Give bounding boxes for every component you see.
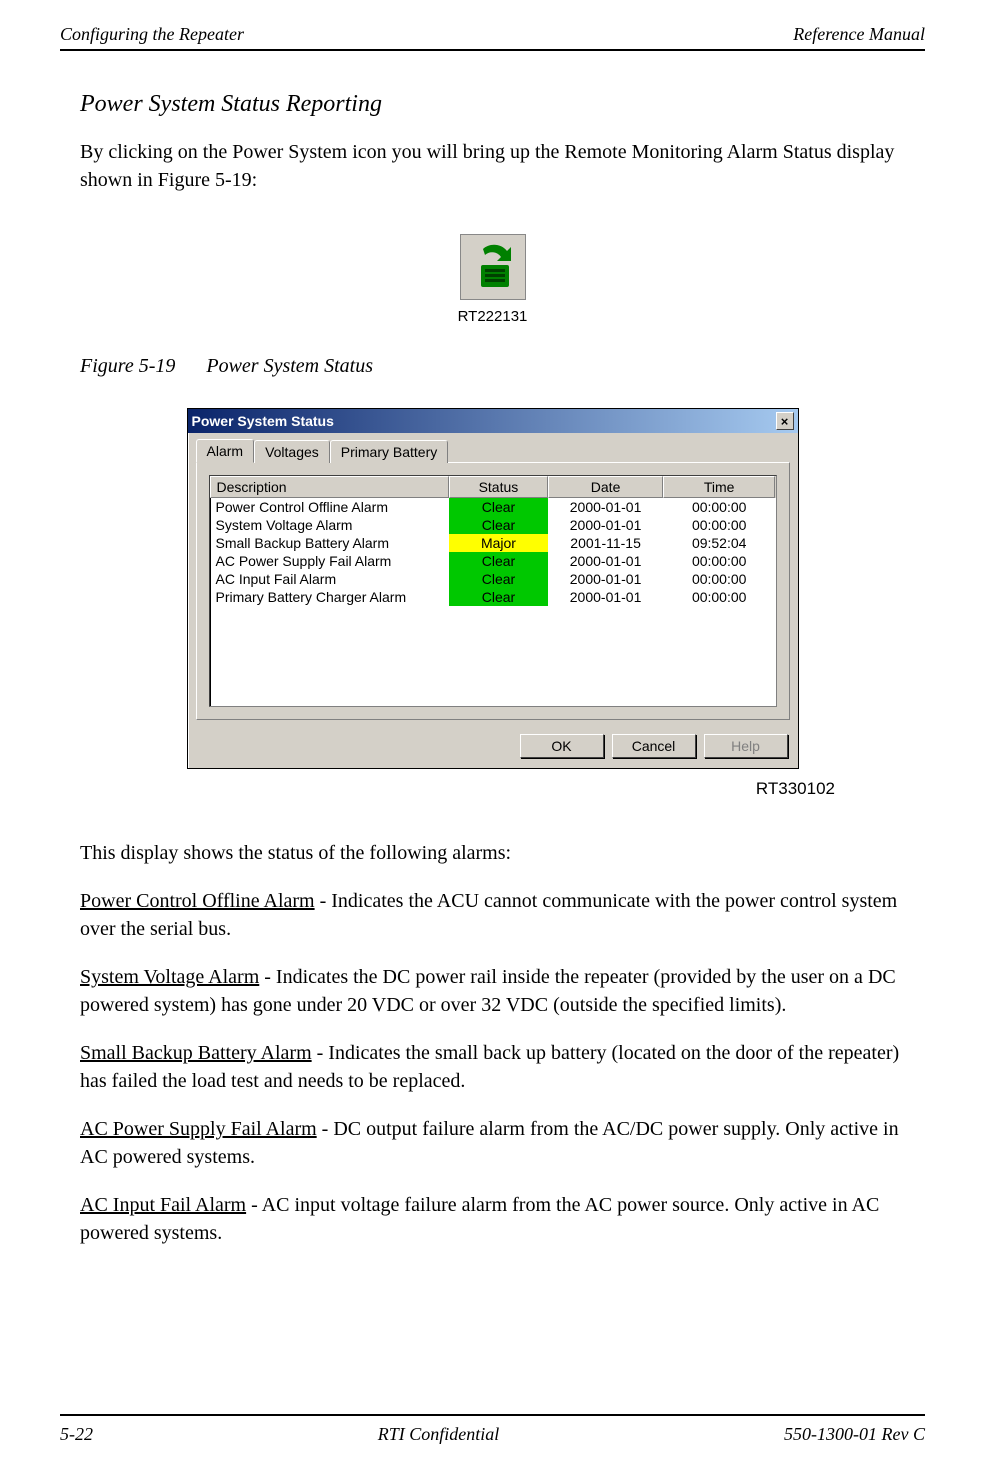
cell-status: Clear bbox=[449, 498, 549, 516]
cell-date: 2000-01-01 bbox=[548, 516, 663, 534]
page-header: Configuring the Repeater Reference Manua… bbox=[60, 20, 925, 51]
section-title: Power System Status Reporting bbox=[80, 91, 925, 118]
cell-desc: AC Input Fail Alarm bbox=[210, 570, 449, 588]
table-row[interactable]: Small Backup Battery Alarm Major 2001-11… bbox=[210, 534, 776, 552]
footer-right: 550-1300-01 Rev C bbox=[784, 1424, 925, 1445]
cell-desc: System Voltage Alarm bbox=[210, 516, 449, 534]
alarm-name: AC Input Fail Alarm bbox=[80, 1194, 246, 1216]
cell-status: Clear bbox=[449, 570, 549, 588]
tab-strip: Alarm Voltages Primary Battery bbox=[196, 439, 790, 463]
tab-alarm[interactable]: Alarm bbox=[196, 439, 255, 463]
cell-status: Clear bbox=[449, 588, 549, 606]
cell-status: Clear bbox=[449, 552, 549, 570]
icon-figure: RT222131 bbox=[60, 234, 925, 325]
cell-desc: Small Backup Battery Alarm bbox=[210, 534, 449, 552]
window-titlebar: Power System Status × bbox=[188, 409, 798, 433]
alarm-paragraph: Power Control Offline Alarm - Indicates … bbox=[80, 887, 905, 943]
col-date[interactable]: Date bbox=[548, 476, 663, 498]
cell-date: 2000-01-01 bbox=[548, 588, 663, 606]
help-button[interactable]: Help bbox=[704, 734, 788, 758]
table-row[interactable]: AC Input Fail Alarm Clear 2000-01-01 00:… bbox=[210, 570, 776, 588]
cell-time: 00:00:00 bbox=[663, 516, 776, 534]
alarm-name: Small Backup Battery Alarm bbox=[80, 1042, 312, 1064]
ok-button[interactable]: OK bbox=[520, 734, 604, 758]
intro-paragraph: By clicking on the Power System icon you… bbox=[80, 138, 905, 194]
power-system-icon bbox=[460, 234, 526, 300]
listview-body: Power Control Offline Alarm Clear 2000-0… bbox=[210, 498, 776, 606]
tab-voltages[interactable]: Voltages bbox=[254, 440, 330, 463]
cell-status: Clear bbox=[449, 516, 549, 534]
listview-header: Description Status Date Time bbox=[210, 476, 776, 498]
cancel-button[interactable]: Cancel bbox=[612, 734, 696, 758]
cell-date: 2000-01-01 bbox=[548, 552, 663, 570]
table-row[interactable]: Power Control Offline Alarm Clear 2000-0… bbox=[210, 498, 776, 516]
icon-rt-label: RT222131 bbox=[60, 308, 925, 325]
after-text: This display shows the status of the fol… bbox=[80, 839, 905, 867]
footer-center: RTI Confidential bbox=[378, 1424, 500, 1445]
figure-title: Power System Status bbox=[206, 355, 373, 377]
button-row: OK Cancel Help bbox=[188, 728, 798, 768]
alarm-paragraph: AC Power Supply Fail Alarm - DC output f… bbox=[80, 1115, 905, 1171]
tab-primary-battery[interactable]: Primary Battery bbox=[330, 440, 448, 463]
cell-desc: AC Power Supply Fail Alarm bbox=[210, 552, 449, 570]
page-footer: 5-22 RTI Confidential 550-1300-01 Rev C bbox=[60, 1414, 925, 1445]
footer-left: 5-22 bbox=[60, 1424, 93, 1445]
power-system-status-window: Power System Status × Alarm Voltages Pri… bbox=[187, 408, 799, 769]
cell-time: 00:00:00 bbox=[663, 588, 776, 606]
cell-status: Major bbox=[449, 534, 549, 552]
table-row[interactable]: AC Power Supply Fail Alarm Clear 2000-01… bbox=[210, 552, 776, 570]
table-row[interactable]: Primary Battery Charger Alarm Clear 2000… bbox=[210, 588, 776, 606]
cell-desc: Primary Battery Charger Alarm bbox=[210, 588, 449, 606]
tab-content: Description Status Date Time Power Contr… bbox=[196, 462, 790, 720]
table-row[interactable]: System Voltage Alarm Clear 2000-01-01 00… bbox=[210, 516, 776, 534]
cell-date: 2001-11-15 bbox=[548, 534, 663, 552]
alarm-paragraph: Small Backup Battery Alarm - Indicates t… bbox=[80, 1039, 905, 1095]
alarm-name: AC Power Supply Fail Alarm bbox=[80, 1118, 317, 1140]
screenshot-rt-label: RT330102 bbox=[60, 779, 835, 799]
cell-time: 00:00:00 bbox=[663, 498, 776, 516]
close-button[interactable]: × bbox=[776, 412, 794, 430]
cell-date: 2000-01-01 bbox=[548, 570, 663, 588]
col-status[interactable]: Status bbox=[449, 476, 549, 498]
figure-number: Figure 5-19 bbox=[80, 355, 175, 377]
alarm-name: Power Control Offline Alarm bbox=[80, 890, 315, 912]
cell-time: 00:00:00 bbox=[663, 552, 776, 570]
alarm-paragraph: AC Input Fail Alarm - AC input voltage f… bbox=[80, 1191, 905, 1247]
cell-time: 09:52:04 bbox=[663, 534, 776, 552]
figure-caption: Figure 5-19 Power System Status bbox=[80, 355, 925, 378]
alarm-paragraph: System Voltage Alarm - Indicates the DC … bbox=[80, 963, 905, 1019]
cell-desc: Power Control Offline Alarm bbox=[210, 498, 449, 516]
header-right: Reference Manual bbox=[793, 24, 925, 45]
cell-time: 00:00:00 bbox=[663, 570, 776, 588]
alarm-name: System Voltage Alarm bbox=[80, 966, 259, 988]
alarm-listview[interactable]: Description Status Date Time Power Contr… bbox=[209, 475, 777, 707]
cell-date: 2000-01-01 bbox=[548, 498, 663, 516]
col-time[interactable]: Time bbox=[663, 476, 776, 498]
window-title: Power System Status bbox=[192, 413, 334, 429]
header-left: Configuring the Repeater bbox=[60, 24, 244, 45]
col-description[interactable]: Description bbox=[210, 476, 449, 498]
